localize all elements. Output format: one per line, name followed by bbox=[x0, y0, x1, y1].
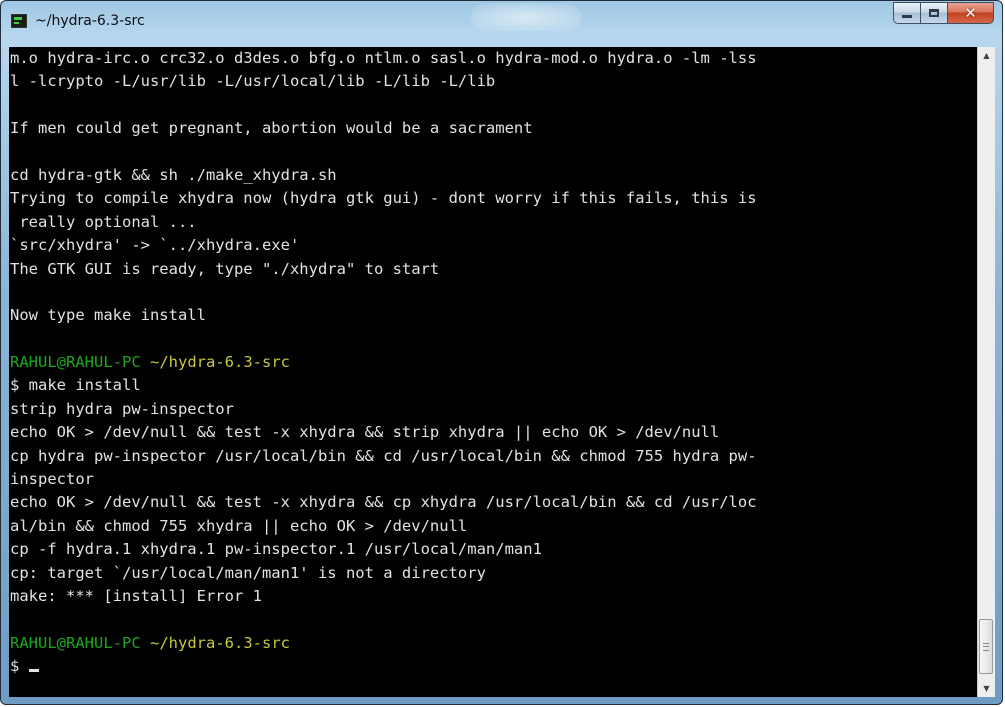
terminal-line: Now type make install bbox=[10, 306, 206, 325]
title-bar[interactable]: ~/hydra-6.3-src ✕ bbox=[1, 1, 1002, 45]
close-icon: ✕ bbox=[964, 3, 977, 22]
minimize-button[interactable] bbox=[893, 2, 921, 24]
title-glow bbox=[471, 3, 581, 31]
terminal-line: cp: target `/usr/local/man/man1' is not … bbox=[10, 563, 486, 582]
prompt-path: ~/hydra-6.3-src bbox=[150, 353, 290, 372]
scroll-down-button[interactable]: ▼ bbox=[978, 680, 995, 697]
scroll-up-button[interactable]: ▲ bbox=[978, 47, 995, 64]
maximize-button[interactable] bbox=[921, 2, 948, 24]
text-cursor bbox=[28, 669, 39, 673]
terminal-line: al/bin && chmod 755 xhydra || echo OK > … bbox=[10, 516, 468, 535]
arrow-down-icon: ▼ bbox=[983, 684, 990, 693]
terminal-icon[interactable] bbox=[11, 14, 27, 28]
terminal-line: m.o hydra-irc.o crc32.o d3des.o bfg.o nt… bbox=[10, 49, 757, 67]
terminal-window: ~/hydra-6.3-src ✕ m.o hydra-irc.o crc32.… bbox=[0, 0, 1003, 705]
window-controls: ✕ bbox=[893, 2, 994, 24]
terminal-line: If men could get pregnant, abortion woul… bbox=[10, 119, 533, 138]
input-prompt: $ bbox=[10, 657, 29, 676]
terminal-line: $ make install bbox=[10, 376, 141, 395]
prompt-user: RAHUL@RAHUL-PC bbox=[10, 633, 141, 652]
arrow-up-icon: ▲ bbox=[983, 51, 990, 60]
scrollbar-thumb[interactable] bbox=[979, 619, 993, 674]
terminal-line: cd hydra-gtk && sh ./make_xhydra.sh bbox=[10, 165, 337, 184]
terminal-line: cp -f hydra.1 xhydra.1 pw-inspector.1 /u… bbox=[10, 540, 542, 559]
prompt-user: RAHUL@RAHUL-PC bbox=[10, 353, 141, 372]
vertical-scrollbar[interactable]: ▲ ▼ bbox=[977, 47, 995, 697]
maximize-icon bbox=[929, 9, 939, 17]
command-input-line[interactable]: $ bbox=[10, 655, 976, 678]
terminal-client-area[interactable]: m.o hydra-irc.o crc32.o d3des.o bfg.o nt… bbox=[9, 47, 995, 697]
terminal-line: l -lcrypto -L/usr/lib -L/usr/local/lib -… bbox=[10, 72, 496, 91]
terminal-line: cp hydra pw-inspector /usr/local/bin && … bbox=[10, 446, 757, 465]
prompt-line: RAHUL@RAHUL-PC ~/hydra-6.3-src bbox=[10, 351, 976, 374]
terminal-line: The GTK GUI is ready, type "./xhydra" to… bbox=[10, 259, 440, 278]
grip-icon bbox=[983, 642, 989, 651]
window-title: ~/hydra-6.3-src bbox=[35, 13, 145, 29]
close-button[interactable]: ✕ bbox=[948, 2, 994, 24]
minimize-icon bbox=[902, 15, 912, 18]
terminal-line: echo OK > /dev/null && test -x xhydra &&… bbox=[10, 423, 720, 442]
terminal-line: inspector bbox=[10, 470, 94, 489]
terminal-output[interactable]: m.o hydra-irc.o crc32.o d3des.o bfg.o nt… bbox=[10, 47, 976, 697]
prompt-line: RAHUL@RAHUL-PC ~/hydra-6.3-src bbox=[10, 632, 976, 655]
terminal-line: `src/xhydra' -> `../xhydra.exe' bbox=[10, 236, 300, 255]
terminal-line: really optional ... bbox=[10, 212, 197, 231]
terminal-line: strip hydra pw-inspector bbox=[10, 399, 234, 418]
prompt-path: ~/hydra-6.3-src bbox=[150, 633, 290, 652]
terminal-line: make: *** [install] Error 1 bbox=[10, 586, 262, 605]
terminal-line: echo OK > /dev/null && test -x xhydra &&… bbox=[10, 493, 757, 512]
terminal-line: Trying to compile xhydra now (hydra gtk … bbox=[10, 189, 757, 208]
